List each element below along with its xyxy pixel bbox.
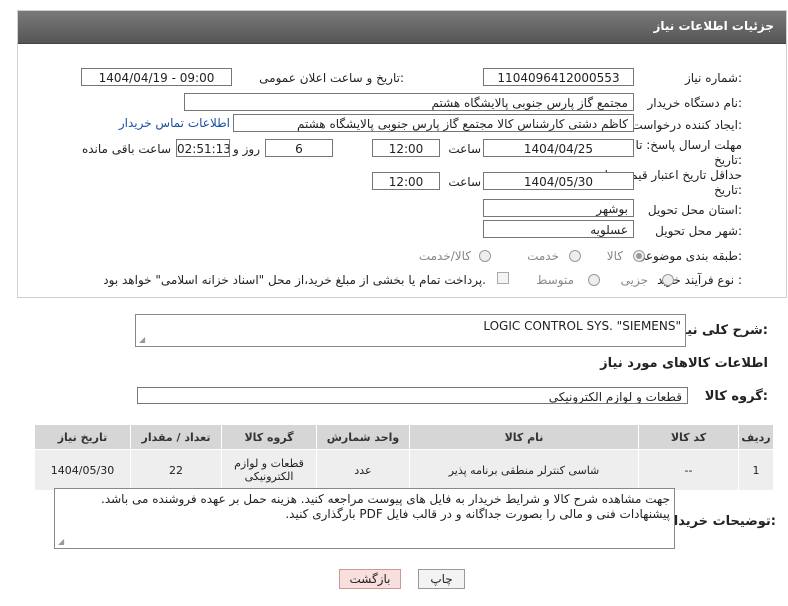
table-row[interactable]: 1 -- شاسی کنترلر منطقی برنامه پذیر عدد ق… [34, 449, 774, 491]
reply-time-label: ساعت [448, 142, 481, 156]
process-radio-medium[interactable] [588, 274, 600, 286]
category-radio-service[interactable] [569, 250, 581, 262]
process-option-medium: متوسط [536, 273, 574, 287]
remaining-label: ساعت باقی مانده [81, 142, 171, 156]
back-button[interactable]: بازگشت [339, 569, 401, 589]
cell-row: 1 [738, 449, 774, 491]
buyer-contact-link[interactable]: اطلاعات تماس خریدار [119, 116, 230, 130]
treasury-payment-note: پرداخت تمام یا بخشی از مبلغ خرید،از محل … [103, 273, 486, 287]
category-option-service: خدمت [527, 249, 559, 263]
summary-label: شرح کلی نیاز: [674, 323, 768, 338]
reply-date-field[interactable]: 1404/04/25 [483, 139, 634, 157]
price-validity-time-label: ساعت [448, 175, 481, 189]
table-header-row: ردیف کد کالا نام کالا واحد شمارش گروه کا… [34, 424, 774, 450]
category-option-goods: کالا [606, 249, 623, 263]
days-label: روز و [233, 142, 260, 156]
requester-label: ایجاد کننده درخواست: [631, 118, 742, 132]
col-unit: واحد شمارش [316, 424, 410, 450]
summary-textarea[interactable]: LOGIC CONTROL SYS. "SIEMENS" ◢ [135, 314, 686, 347]
buyer-notes-textarea[interactable]: جهت مشاهده شرح کالا و شرایط خریدار به فا… [54, 488, 675, 549]
items-table: ردیف کد کالا نام کالا واحد شمارش گروه کا… [34, 424, 774, 491]
category-label: طبقه بندی موضوعی: [635, 249, 742, 263]
announce-field[interactable]: 1404/04/19 - 09:00 [81, 68, 232, 86]
announce-label: تاریخ و ساعت اعلان عمومی: [259, 71, 404, 85]
buyer-notes-line-2: پیشنهادات فنی و مالی را بصورت جداگانه و … [285, 507, 670, 521]
need-number-field[interactable]: 1104096412000553 [483, 68, 634, 86]
col-code: کد کالا [638, 424, 739, 450]
resize-grip-icon[interactable]: ◢ [139, 336, 147, 344]
category-option-goods-service: کالا/خدمت [418, 249, 471, 263]
days-field[interactable]: 6 [265, 139, 333, 157]
price-validity-date-field[interactable]: 1404/05/30 [483, 172, 634, 190]
need-number-label: شماره نیاز: [684, 71, 742, 85]
cell-name: شاسی کنترلر منطقی برنامه پذیر [409, 449, 639, 491]
panel-title: جزئیات اطلاعات نیاز [653, 19, 774, 33]
summary-text: LOGIC CONTROL SYS. "SIEMENS" [483, 319, 681, 333]
col-date: تاریخ نیاز [34, 424, 131, 450]
cell-group: قطعات و لوازم الکترونیکی [221, 449, 317, 491]
goods-group-label: گروه کالا: [704, 389, 768, 404]
process-option-minor: جزیی [620, 273, 648, 287]
col-group: گروه کالا [221, 424, 317, 450]
city-label: شهر محل تحویل: [655, 224, 742, 238]
panel-header: جزئیات اطلاعات نیاز [18, 11, 786, 44]
cell-code: -- [638, 449, 739, 491]
resize-grip-icon[interactable]: ◢ [58, 538, 66, 546]
buyer-org-field[interactable]: مجتمع گاز پارس جنوبی پالایشگاه هشتم [184, 93, 634, 111]
process-radio-minor[interactable] [662, 274, 674, 286]
province-label: استان محل تحویل: [647, 203, 742, 217]
price-validity-time-field[interactable]: 12:00 [372, 172, 440, 190]
reply-time-field[interactable]: 12:00 [372, 139, 440, 157]
category-radio-goods[interactable] [633, 250, 645, 262]
buyer-notes-line-1: جهت مشاهده شرح کالا و شرایط خریدار به فا… [101, 492, 670, 506]
col-qty: تعداد / مقدار [130, 424, 222, 450]
remaining-time-field[interactable]: 02:51:13 [176, 139, 230, 157]
reply-deadline-label: مهلت ارسال پاسخ: تا تاریخ: [635, 138, 742, 167]
province-field[interactable]: بوشهر [483, 199, 634, 217]
goods-group-field[interactable]: قطعات و لوازم الکترونیکی [137, 387, 688, 404]
cell-date: 1404/05/30 [34, 449, 131, 491]
cell-qty: 22 [130, 449, 222, 491]
requester-field[interactable]: کاظم دشتی کارشناس کالا مجتمع گاز پارس جن… [233, 114, 634, 132]
treasury-payment-checkbox[interactable] [497, 272, 509, 284]
print-button[interactable]: چاپ [418, 569, 465, 589]
buyer-notes-label: توضیحات خریدار: [666, 514, 776, 529]
buyer-org-label: نام دستگاه خریدار: [647, 96, 743, 110]
col-name: نام کالا [409, 424, 639, 450]
col-row: ردیف [738, 424, 774, 450]
cell-unit: عدد [316, 449, 410, 491]
city-field[interactable]: عسلویه [483, 220, 634, 238]
category-radio-goods-service[interactable] [479, 250, 491, 262]
goods-info-title: اطلاعات کالاهای مورد نیاز [600, 356, 768, 371]
